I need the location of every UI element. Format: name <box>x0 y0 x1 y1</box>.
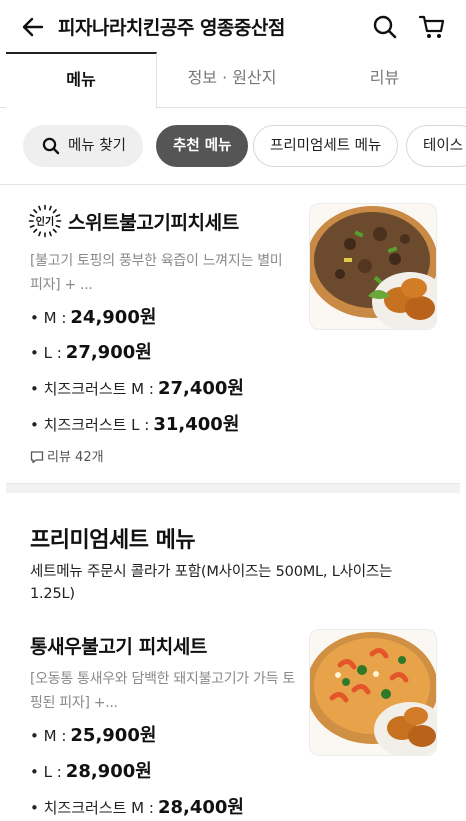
search-icon <box>42 137 60 155</box>
review-count-label: 리뷰 42개 <box>47 450 104 465</box>
price-amount: 28,900원 <box>65 761 152 782</box>
menu-item-photo[interactable] <box>309 629 437 756</box>
price-amount: 27,900원 <box>65 342 152 363</box>
store-title: 피자나라치킨공주 영종중산점 <box>58 17 285 39</box>
menu-item-name: 통새우불고기 피치세트 <box>30 636 208 658</box>
price-label: • 치즈크러스트 M : <box>30 380 154 398</box>
price-amount: 25,900원 <box>70 725 157 746</box>
section-description: 세트메뉴 주문시 콜라가 포함(M사이즈는 500ML, L사이즈는 1.25L… <box>30 564 393 602</box>
price-label: • L : <box>30 763 62 781</box>
price-row: • M :24,900원 <box>30 303 156 329</box>
cart-icon[interactable] <box>418 14 446 40</box>
price-row: • L :27,900원 <box>30 338 152 364</box>
price-row: • 치즈크러스트 M :27,400원 <box>30 374 244 400</box>
shrimp-pizza-chicken-image <box>310 630 436 755</box>
price-row: • M :25,900원 <box>30 721 156 747</box>
price-row: • 치즈크러스트 L :31,400원 <box>30 410 239 436</box>
section-title: 프리미엄세트 메뉴 <box>30 528 196 553</box>
price-row: • 치즈크러스트 M :28,400원 <box>30 793 244 819</box>
menu-search-chip[interactable]: 메뉴 찾기 <box>23 125 143 167</box>
review-count[interactable]: 리뷰 42개 <box>30 446 104 465</box>
divider <box>0 184 466 185</box>
menu-item-description: [불고기 토핑의 풍부한 육즙이 느껴지는 별미 피자] + ... <box>30 253 283 293</box>
price-label: • 치즈크러스트 L : <box>30 416 150 434</box>
app-header: 피자나라치킨공주 영종중산점 <box>0 0 466 52</box>
price-amount: 27,400원 <box>157 378 244 399</box>
chip-recommended[interactable]: 추천 메뉴 <box>156 125 249 167</box>
price-amount: 28,400원 <box>157 797 244 818</box>
arrow-left-icon[interactable] <box>20 14 46 40</box>
chip-label: 메뉴 찾기 <box>68 138 126 154</box>
price-label: • 치즈크러스트 M : <box>30 799 154 817</box>
price-label: • M : <box>30 309 67 327</box>
price-row: • L :28,900원 <box>30 757 152 783</box>
price-amount: 31,400원 <box>153 414 240 435</box>
section-separator <box>6 483 460 493</box>
menu-item-photo[interactable] <box>309 203 437 330</box>
search-icon[interactable] <box>372 14 398 40</box>
price-label: • M : <box>30 727 67 745</box>
chip-premium-set[interactable]: 프리미엄세트 메뉴 <box>253 125 399 167</box>
tab-info-origin[interactable]: 정보 · 원산지 <box>157 52 307 108</box>
store-tabs: 메뉴 정보 · 원산지 리뷰 <box>0 52 466 109</box>
chip-tasty[interactable]: 테이스 <box>406 125 466 167</box>
comment-icon <box>30 451 44 464</box>
tab-review[interactable]: 리뷰 <box>307 52 462 108</box>
category-chips: 메뉴 찾기 추천 메뉴 프리미엄세트 메뉴 테이스 <box>0 125 466 169</box>
price-label: • L : <box>30 344 62 362</box>
price-amount: 24,900원 <box>70 307 157 328</box>
menu-item-name: 스위트불고기피치세트 <box>68 212 239 234</box>
menu-item-description: [오동통 통새우와 담백한 돼지불고기가 가득 토핑된 피자] +... <box>30 671 295 711</box>
pizza-chicken-image <box>310 204 436 329</box>
popular-badge-icon: 인기 <box>28 204 62 238</box>
badge-label: 인기 <box>36 215 54 228</box>
tab-menu[interactable]: 메뉴 <box>6 52 157 109</box>
